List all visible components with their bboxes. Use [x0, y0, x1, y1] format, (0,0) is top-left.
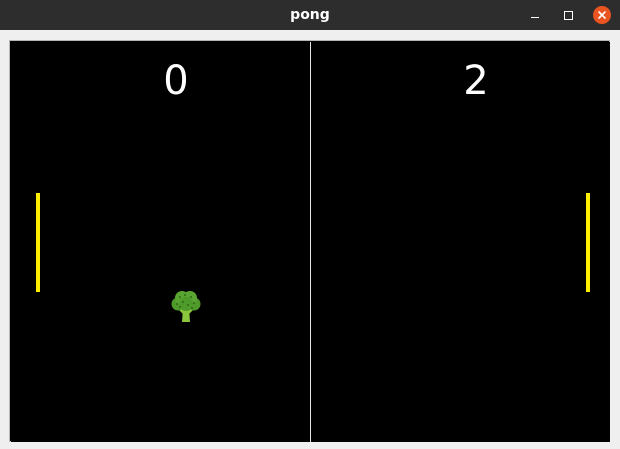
maximize-button[interactable]	[556, 0, 580, 30]
right-player-score: 2	[463, 58, 489, 104]
broccoli-icon	[166, 285, 206, 325]
close-icon	[593, 6, 611, 24]
minimize-button[interactable]	[523, 0, 547, 30]
right-paddle	[586, 193, 590, 292]
close-button[interactable]	[590, 0, 614, 30]
minimize-icon	[531, 16, 539, 18]
center-net-line	[310, 42, 311, 442]
left-player-score: 0	[163, 58, 189, 104]
title-bar[interactable]: pong	[0, 0, 620, 30]
left-paddle	[36, 193, 40, 292]
game-window: 0 2	[9, 40, 610, 442]
game-canvas[interactable]: 0 2	[11, 42, 610, 442]
maximize-icon	[563, 10, 573, 20]
